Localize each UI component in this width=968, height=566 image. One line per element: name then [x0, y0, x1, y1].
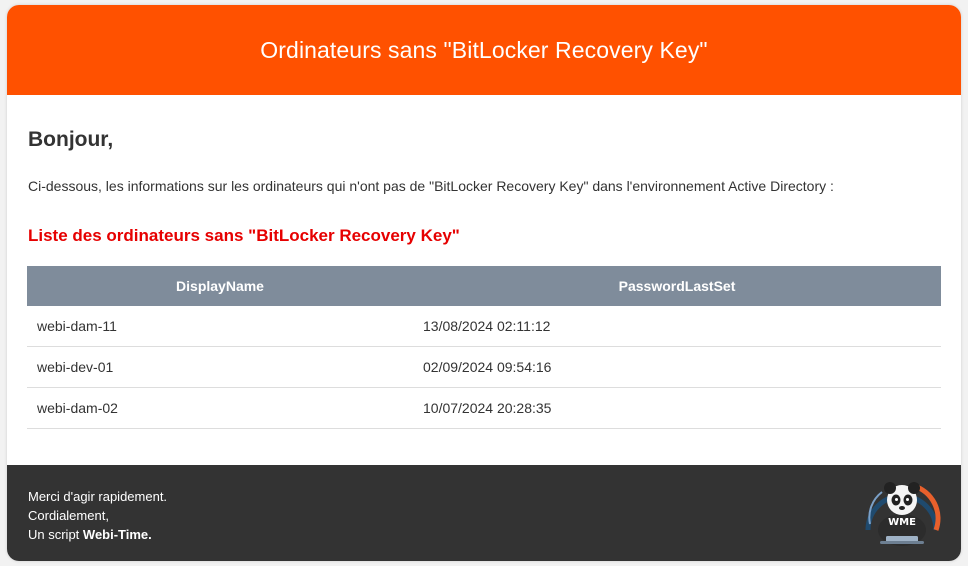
footer-line-3-prefix: Un script — [28, 527, 83, 542]
greeting: Bonjour, — [28, 128, 114, 151]
footer-line-3: Un script Webi-Time. — [28, 525, 167, 544]
email-header: Ordinateurs sans "BitLocker Recovery Key… — [7, 5, 961, 95]
email-footer: Merci d'agir rapidement. Cordialement, U… — [7, 465, 961, 561]
email-body: Bonjour, Ci-dessous, les informations su… — [7, 95, 961, 465]
list-title: Liste des ordinateurs sans "BitLocker Re… — [28, 226, 460, 245]
logo-shirt-text: WME — [888, 517, 916, 528]
footer-brand: Webi-Time. — [82, 527, 152, 542]
column-header-passwordlastset: PasswordLastSet — [413, 266, 941, 306]
footer-text: Merci d'agir rapidement. Cordialement, U… — [28, 487, 167, 544]
table-header-row: DisplayName PasswordLastSet — [27, 266, 941, 306]
column-header-displayname: DisplayName — [27, 266, 413, 306]
panda-mascot-logo-icon: WME — [862, 478, 942, 548]
email-title: Ordinateurs sans "BitLocker Recovery Key… — [260, 36, 708, 63]
cell-displayname: webi-dev-01 — [27, 346, 413, 388]
table-row: webi-dev-01 02/09/2024 09:54:16 — [27, 346, 941, 388]
email-card: Ordinateurs sans "BitLocker Recovery Key… — [7, 5, 961, 561]
cell-passwordlastset: 13/08/2024 02:11:12 — [413, 306, 941, 347]
intro-text: Ci-dessous, les informations sur les ord… — [28, 178, 834, 194]
cell-passwordlastset: 02/09/2024 09:54:16 — [413, 346, 941, 388]
table-row: webi-dam-02 10/07/2024 20:28:35 — [27, 387, 941, 429]
table-row: webi-dam-11 13/08/2024 02:11:12 — [27, 306, 941, 347]
computers-table: DisplayName PasswordLastSet webi-dam-11 … — [27, 266, 941, 429]
footer-line-1: Merci d'agir rapidement. — [28, 489, 168, 504]
cell-passwordlastset: 10/07/2024 20:28:35 — [413, 387, 941, 429]
footer-line-2: Cordialement, — [28, 508, 109, 523]
cell-displayname: webi-dam-02 — [27, 387, 413, 429]
cell-displayname: webi-dam-11 — [27, 306, 413, 347]
